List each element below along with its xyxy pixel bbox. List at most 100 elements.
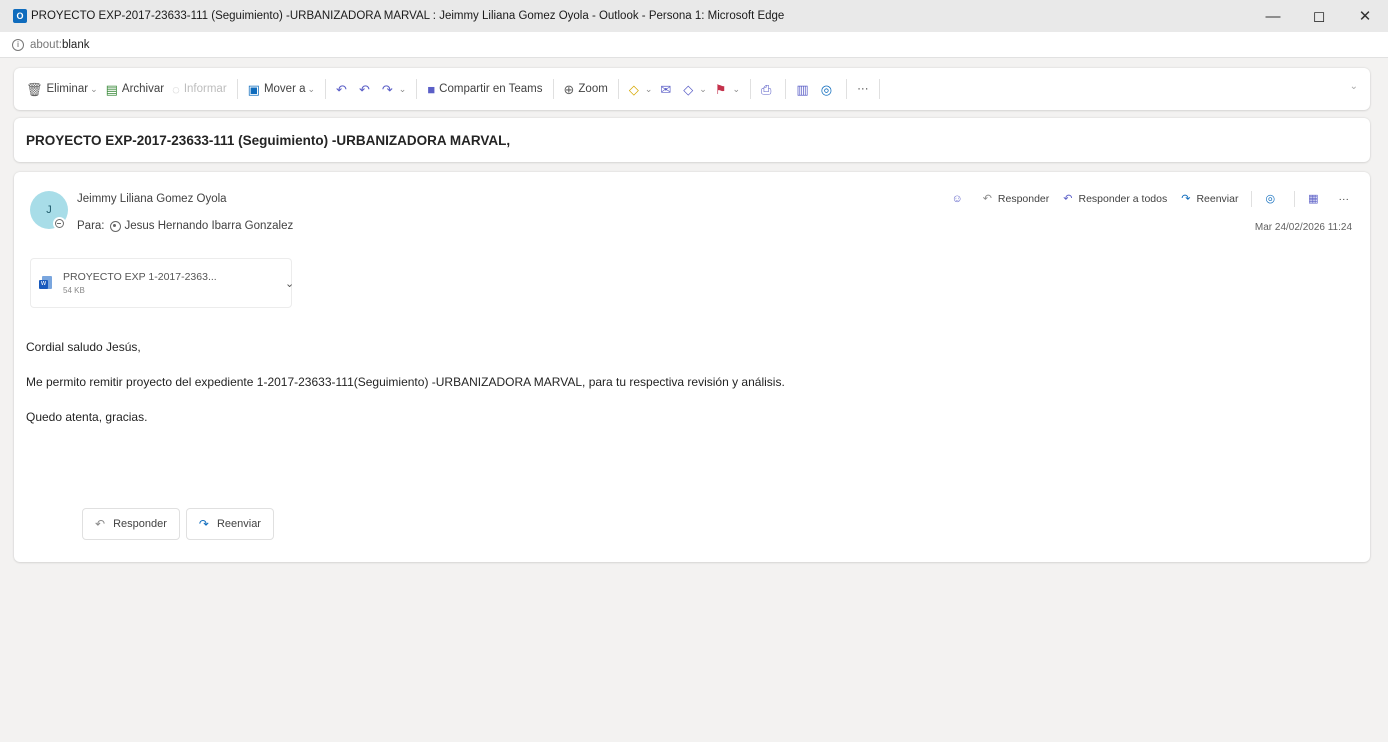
message-actions: ☺ ↶ Responder ↶ Responder a todos ↷ Reen… [944,188,1356,210]
forward-button[interactable]: ↷ Reenviar [1174,193,1245,205]
archive-label: Archivar [121,83,165,95]
toolbar-divider [878,79,880,99]
attachment-card[interactable]: PROYECTO EXP 1-2017-2363... 54 KB ⌄ [30,258,294,308]
zoom-button[interactable]: ⊕ Zoom [560,75,612,103]
sender-name[interactable]: Jeimmy Liliana Gomez Oyola [77,193,227,205]
window-controls: — ◻ ✕ [1250,0,1388,32]
message-card: J Jeimmy Liliana Gomez Oyola Para: Jesus… [14,172,1370,562]
chevron-down-icon[interactable]: ⌄ [399,84,407,95]
forward-icon: ↷ [198,517,209,531]
more-options-button[interactable]: ··· [853,75,873,103]
chevron-down-icon[interactable]: ⌄ [732,84,740,95]
toolbar-divider [617,79,619,99]
categorize-button[interactable]: ◇ ⌄ [625,75,657,103]
share-teams-button[interactable]: ■ Compartir en Teams [423,75,546,103]
apps-button[interactable]: ▦ [1301,192,1331,205]
toolbar-divider [416,79,418,99]
to-label: Para: [77,220,105,232]
footer-reply-label: Responder [113,518,167,530]
actions-divider [1294,191,1296,207]
body-greeting: Cordial saludo Jesús, [26,340,141,354]
loop-button[interactable]: ◎ [817,75,840,103]
trash-icon: 🗑 [26,81,43,97]
reply-all-toolbar-button[interactable]: ↶ [355,75,378,103]
reply-all-icon: ↶ [358,81,370,97]
shield-icon: ◌ [172,81,180,97]
presence-offline-icon [53,217,66,230]
sensitivity-button[interactable]: ◇ ⌄ [679,75,711,103]
report-button[interactable]: ◌ Informar [168,75,231,103]
actions-divider [1251,191,1253,207]
footer-actions: ↶ Responder ↷ Reenviar [82,508,274,540]
teams-icon: ■ [427,81,436,97]
zoom-icon: ⊕ [563,81,575,97]
flag-button[interactable]: ⚑ ⌄ [711,75,744,103]
archive-icon: ▤ [105,81,118,97]
label-icon: ◇ [683,81,694,97]
loop-action-button[interactable]: ◎ [1258,193,1288,205]
info-icon[interactable]: i [12,38,24,51]
toolbar-divider [552,79,554,99]
delete-label: Eliminar [46,83,89,95]
more-actions-button[interactable]: ··· [1332,193,1357,205]
loop-icon: ◎ [820,81,833,97]
emoji-reaction-button[interactable]: ☺ [944,193,975,205]
chevron-down-icon[interactable]: ⌄ [645,84,653,95]
move-to-button[interactable]: ▣ Mover a ⌄ [244,75,319,103]
close-button[interactable]: ✕ [1342,0,1388,32]
forward-toolbar-button[interactable]: ↷ ⌄ [378,75,410,103]
reply-all-icon: ↶ [1063,192,1073,205]
footer-reply-button[interactable]: ↶ Responder [82,508,180,540]
zoom-label: Zoom [578,83,608,95]
attachment-size: 54 KB [63,286,85,295]
contact-icon [109,220,121,232]
more-icon: ··· [1338,193,1350,205]
more-icon: ··· [857,83,869,95]
toolbar-divider [846,79,848,99]
footer-forward-button[interactable]: ↷ Reenviar [185,508,274,540]
envelope-open-icon: ✉ [660,81,672,97]
attachment-name: PROYECTO EXP 1-2017-2363... [63,271,217,283]
forward-label: Reenviar [1196,193,1239,205]
reply-button[interactable]: ↶ Responder [976,193,1057,205]
collapse-ribbon-icon[interactable]: ⌄ [1350,81,1358,92]
address-bar[interactable]: i about: blank [0,32,1388,58]
archive-button[interactable]: ▤ Archivar [102,75,168,103]
body-paragraph: Me permito remitir proyecto del expedien… [26,375,785,389]
window-title: PROYECTO EXP-2017-23633-111 (Seguimiento… [31,10,785,22]
reply-icon: ↶ [982,192,992,205]
mark-unread-button[interactable]: ✉ [656,75,679,103]
chevron-down-icon[interactable]: ⌄ [308,84,316,95]
message-body: Cordial saludo Jesús, Me permito remitir… [26,340,785,445]
apps-icon: ▦ [1308,192,1319,205]
chevron-down-icon[interactable]: ⌄ [699,84,707,95]
chevron-down-icon[interactable]: ⌄ [285,277,294,290]
restore-button[interactable]: ◻ [1296,0,1342,32]
print-button[interactable]: ⎙ [757,75,779,103]
reply-all-button[interactable]: ↶ Responder a todos [1056,193,1174,205]
message-date: Mar 24/02/2026 11:24 [1254,222,1352,233]
reply-toolbar-button[interactable]: ↶ [332,75,355,103]
window-title-bar: O PROYECTO EXP-2017-23633-111 (Seguimien… [0,0,1388,32]
recipient-line: Para: Jesus Hernando Ibarra Gonzalez [77,220,293,232]
message-toolbar: 🗑 Eliminar ⌄ ▤ Archivar ◌ Informar ▣ Mov… [14,68,1370,110]
body-closing: Quedo atenta, gracias. [26,410,148,424]
url-scheme: about: [30,38,62,51]
immersive-reader-button[interactable]: ▥ [792,75,816,103]
reply-all-label: Responder a todos [1078,193,1168,205]
chevron-down-icon[interactable]: ⌄ [90,84,98,95]
report-label: Informar [183,83,227,95]
reply-label: Responder [997,193,1050,205]
toolbar-divider [325,79,327,99]
delete-button[interactable]: 🗑 Eliminar ⌄ [22,75,102,103]
minimize-button[interactable]: — [1250,0,1296,32]
subject-header: PROYECTO EXP-2017-23633-111 (Seguimiento… [14,118,1370,162]
toolbar-divider [750,79,752,99]
teams-label: Compartir en Teams [439,83,543,95]
word-file-icon [39,276,53,290]
reader-icon: ▥ [796,81,809,97]
recipient-name[interactable]: Jesus Hernando Ibarra Gonzalez [125,220,294,232]
forward-icon: ↷ [381,81,393,97]
footer-forward-label: Reenviar [216,518,261,530]
url-page: blank [61,38,90,51]
